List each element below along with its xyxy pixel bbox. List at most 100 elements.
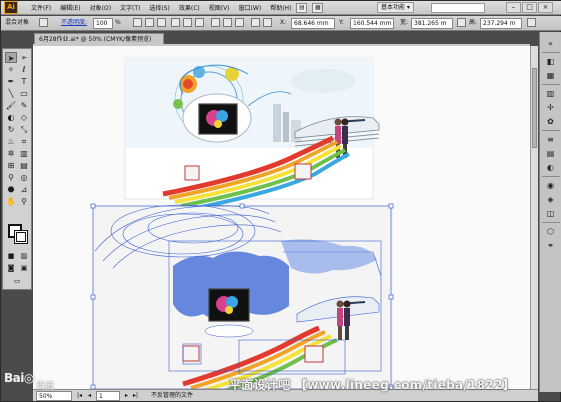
maximize-button[interactable]: □ xyxy=(522,2,537,13)
page-number-input[interactable]: 1 xyxy=(96,391,120,401)
graph-tool-icon[interactable]: ▥ xyxy=(18,148,30,159)
last-page-icon[interactable]: ▸| xyxy=(133,391,138,401)
gradient-mode-icon[interactable]: ▨ xyxy=(18,251,30,262)
menu-effect[interactable]: 效果(C) xyxy=(179,3,200,12)
menu-object[interactable]: 对象(O) xyxy=(90,3,111,12)
align-left-icon[interactable] xyxy=(133,18,142,27)
status-text[interactable]: 不反管理的文件 xyxy=(151,391,193,401)
zoom-select[interactable]: 50% xyxy=(36,391,72,401)
symbols-panel-icon[interactable]: ✿ xyxy=(544,116,557,127)
prev-page-icon[interactable]: ◂ xyxy=(88,391,91,401)
color-mode-icon[interactable]: ■ xyxy=(5,251,17,262)
blob-brush-tool-icon[interactable]: ◐ xyxy=(5,112,17,123)
bridge-icon[interactable]: ▤ xyxy=(296,2,308,13)
blend-tool-icon[interactable]: ◎ xyxy=(18,172,30,183)
type-tool-icon[interactable]: T xyxy=(18,76,30,87)
rotate-tool-icon[interactable]: ↻ xyxy=(5,124,17,135)
paintbrush-tool-icon[interactable]: 🖌 xyxy=(5,100,17,111)
height-input[interactable]: 237.294 m xyxy=(480,18,522,29)
selection-tool-icon[interactable]: ➤ xyxy=(5,52,17,63)
pen-tool-icon[interactable]: ✒ xyxy=(5,76,17,87)
screen-mode-icon[interactable]: ▣ xyxy=(18,263,30,274)
workspace-switcher[interactable]: 基本功能 ▾ xyxy=(377,2,414,13)
distribute-vertical-icon[interactable] xyxy=(235,18,244,27)
stroke-swatch-icon[interactable] xyxy=(14,230,28,244)
scale-tool-icon[interactable]: ⤡ xyxy=(18,124,30,135)
line-tool-icon[interactable]: ╲ xyxy=(5,88,17,99)
brushes-panel-icon[interactable]: ✢ xyxy=(544,102,557,113)
y-label: Y: xyxy=(339,19,344,26)
swatches-panel-icon[interactable]: ▥ xyxy=(544,88,557,99)
opacity-unit: % xyxy=(115,19,121,26)
symbol-sprayer-tool-icon[interactable]: ✲ xyxy=(5,148,17,159)
align-top-icon[interactable] xyxy=(171,18,180,27)
fill-swatch-icon[interactable] xyxy=(39,18,48,27)
free-transform-tool-icon[interactable]: ⌗ xyxy=(18,136,30,147)
vertical-scrollbar[interactable] xyxy=(530,46,538,389)
constrain-proportions-icon[interactable] xyxy=(457,18,466,27)
next-page-icon[interactable]: ▸ xyxy=(125,391,128,401)
app-logo: Ai xyxy=(4,1,18,14)
appearance-panel-icon[interactable]: ◉ xyxy=(544,180,557,191)
opacity-label[interactable]: 不透明度: xyxy=(61,18,87,29)
arrange-documents-icon[interactable]: ▦ xyxy=(312,2,324,13)
x-input[interactable]: 68.646 mm xyxy=(291,18,335,29)
color-guide-icon[interactable]: ▦ xyxy=(544,70,557,81)
height-label: 高: xyxy=(469,19,478,26)
menu-help[interactable]: 帮助(H) xyxy=(270,3,291,12)
live-paint-tool-icon[interactable]: ⬣ xyxy=(5,184,17,195)
stroke-panel-icon[interactable]: ≡ xyxy=(544,134,557,145)
menu-view[interactable]: 视图(V) xyxy=(209,3,230,12)
distribute-icon[interactable] xyxy=(211,18,220,27)
opacity-input[interactable]: 100 xyxy=(93,18,113,29)
eyedropper-tool-icon[interactable]: ⚲ xyxy=(5,172,17,183)
width-label: 宽: xyxy=(400,19,409,26)
rectangle-tool-icon[interactable]: ▭ xyxy=(18,88,30,99)
links-panel-icon[interactable]: ⚭ xyxy=(544,240,557,251)
menu-select[interactable]: 选择(S) xyxy=(149,3,170,12)
menu-file[interactable]: 文件(F) xyxy=(31,3,51,12)
distribute-horizontal-icon[interactable] xyxy=(223,18,232,27)
menu-bar: Ai 文件(F) 编辑(E) 对象(O) 文字(T) 选择(S) 效果(C) 视… xyxy=(1,1,561,15)
align-center-icon[interactable] xyxy=(145,18,154,27)
reference-point-icon[interactable] xyxy=(263,18,272,27)
selection-type-label: 混合对象 xyxy=(5,19,30,26)
y-input[interactable]: 160.544 mm xyxy=(350,18,394,29)
draw-mode-icon[interactable]: ◙ xyxy=(5,263,17,274)
help-search-input[interactable] xyxy=(431,3,485,13)
gradient-tool-icon[interactable]: ▤ xyxy=(18,160,30,171)
align-right-icon[interactable] xyxy=(157,18,166,27)
change-screen-mode-icon[interactable]: ▭ xyxy=(11,276,23,287)
pencil-tool-icon[interactable]: ✎ xyxy=(18,100,30,111)
graphic-styles-panel-icon[interactable]: ◈ xyxy=(544,194,557,205)
warp-tool-icon[interactable]: ♨ xyxy=(5,136,17,147)
mesh-tool-icon[interactable]: ⊞ xyxy=(5,160,17,171)
gradient-panel-icon[interactable]: ▤ xyxy=(544,148,557,159)
artwork-svg xyxy=(90,57,394,389)
scrollbar-thumb[interactable] xyxy=(532,68,537,148)
artboard-canvas[interactable] xyxy=(33,46,530,389)
layers-panel-icon[interactable]: ◫ xyxy=(544,208,557,219)
eraser-tool-icon[interactable]: ◇ xyxy=(18,112,30,123)
first-page-icon[interactable]: |◂ xyxy=(77,391,82,401)
menu-type[interactable]: 文字(T) xyxy=(120,3,140,12)
menu-window[interactable]: 窗口(W) xyxy=(239,3,262,12)
menu-edit[interactable]: 编辑(E) xyxy=(60,3,80,12)
transparency-panel-icon[interactable]: ◐ xyxy=(544,162,557,173)
color-panel-icon[interactable]: ◧ xyxy=(544,56,557,67)
magic-wand-tool-icon[interactable]: ✧ xyxy=(5,64,17,75)
align-middle-icon[interactable] xyxy=(183,18,192,27)
align-bottom-icon[interactable] xyxy=(195,18,204,27)
close-button[interactable]: × xyxy=(538,2,553,13)
collapse-dock-icon[interactable]: « xyxy=(544,38,557,49)
artboards-panel-icon[interactable]: ⬡ xyxy=(544,226,557,237)
lasso-tool-icon[interactable]: ℓ xyxy=(18,64,30,75)
panel-menu-icon[interactable] xyxy=(527,18,536,27)
width-input[interactable]: 381.265 m xyxy=(411,18,453,29)
minimize-button[interactable]: – xyxy=(506,2,521,13)
zoom-tool-icon[interactable]: ⚲ xyxy=(18,196,30,207)
direct-selection-tool-icon[interactable]: ➢ xyxy=(18,52,30,63)
transform-icon[interactable] xyxy=(251,18,260,27)
slice-tool-icon[interactable]: ⊿ xyxy=(18,184,30,195)
hand-tool-icon[interactable]: ✋ xyxy=(5,196,17,207)
